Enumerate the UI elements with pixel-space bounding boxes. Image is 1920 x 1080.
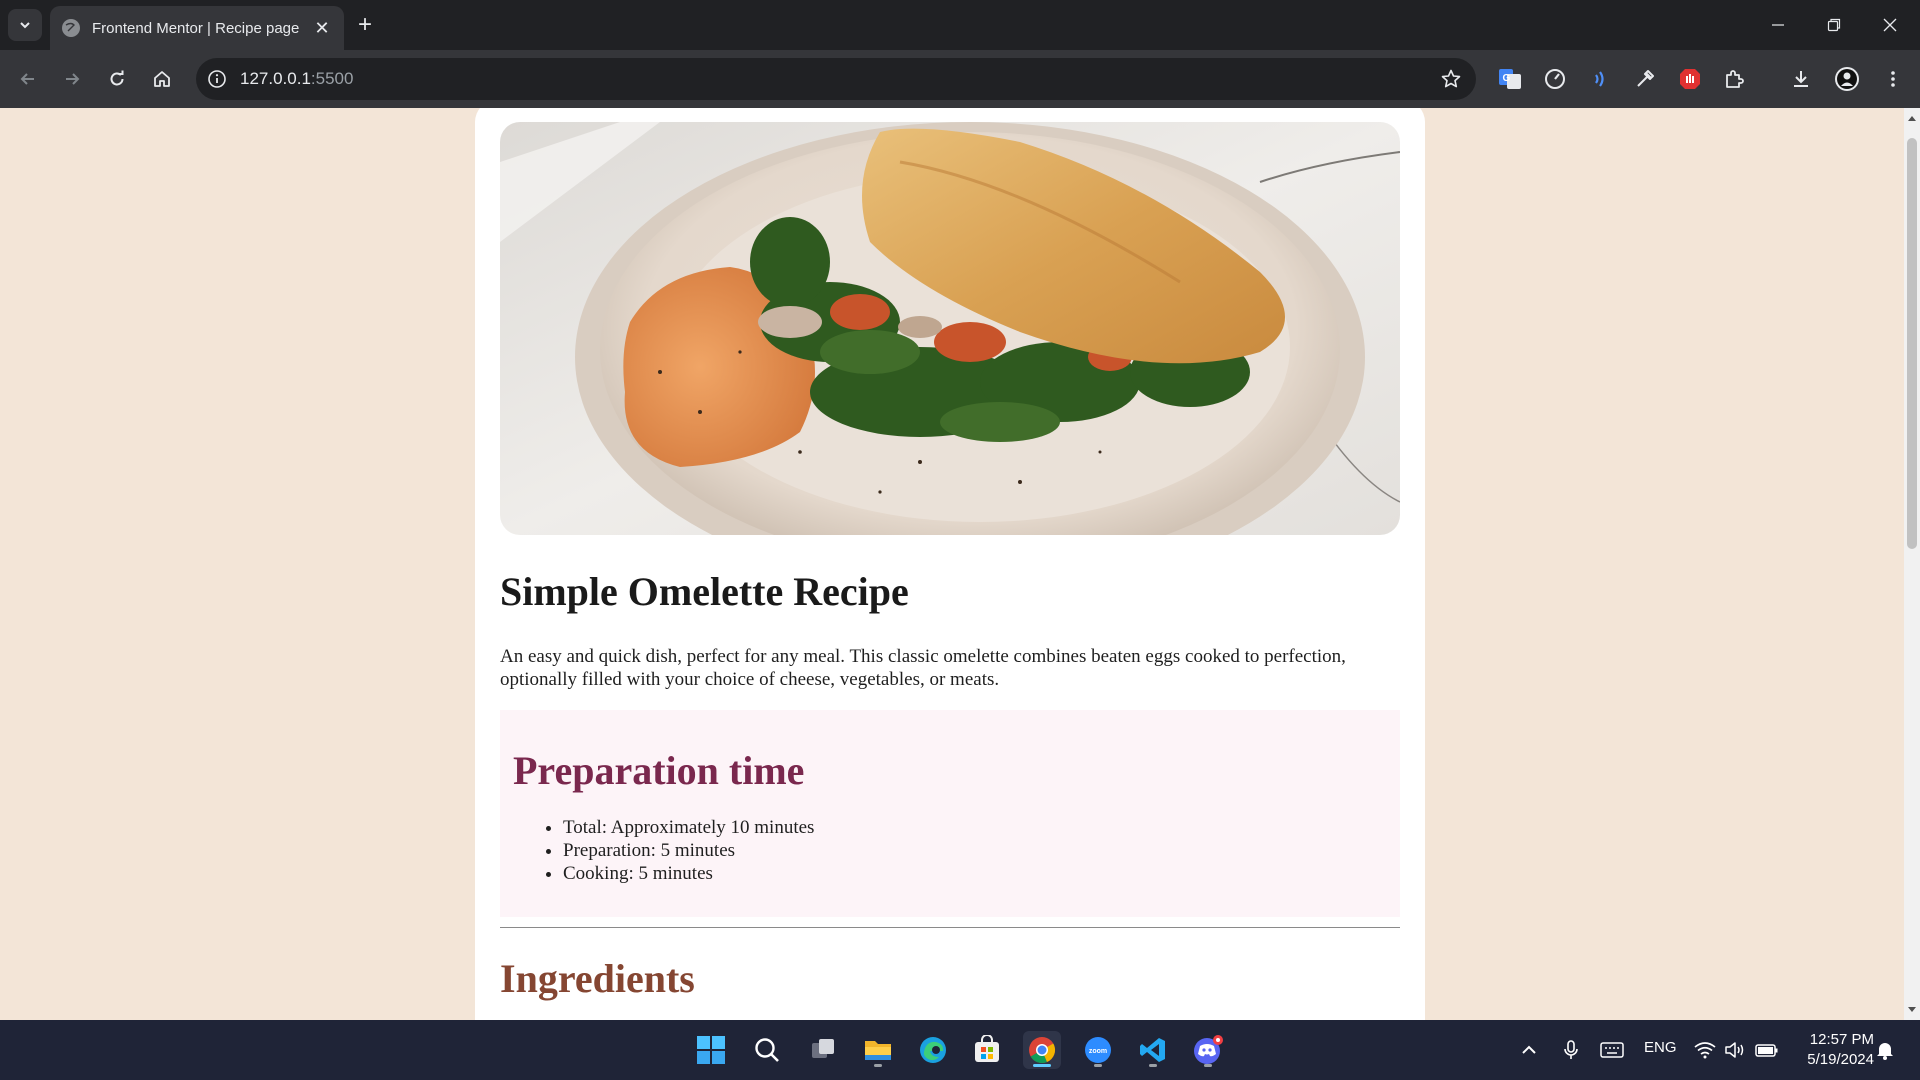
address-bar[interactable]: 127.0.0.1:5500 — [196, 58, 1476, 100]
search-icon[interactable] — [748, 1031, 786, 1069]
notification-bell-icon[interactable] — [1876, 1020, 1894, 1080]
zoom-icon[interactable]: zoom — [1079, 1031, 1117, 1069]
browser-menu-button[interactable] — [1878, 64, 1908, 94]
page-viewport: Simple Omelette Recipe An easy and quick… — [0, 108, 1904, 1020]
url-host: 127.0.0.1 — [240, 69, 311, 88]
windows-taskbar: zoom ENG 12:57 PM 5/19/2024 — [0, 1020, 1920, 1080]
list-item: Cooking: 5 minutes — [563, 862, 1387, 885]
restore-button[interactable] — [1806, 0, 1862, 50]
start-icon[interactable] — [692, 1031, 730, 1069]
tab-title: Frontend Mentor | Recipe page — [92, 19, 300, 37]
url-port: :5500 — [310, 69, 354, 88]
recipe-intro: An easy and quick dish, perfect for any … — [500, 646, 1346, 690]
scroll-thumb[interactable] — [1907, 138, 1917, 549]
task-view-icon[interactable] — [804, 1031, 842, 1069]
minimize-icon — [1772, 24, 1784, 26]
discord-icon[interactable] — [1189, 1031, 1227, 1069]
browser-tab[interactable]: Frontend Mentor | Recipe page ✕ — [50, 6, 344, 50]
battery-icon[interactable] — [1755, 1020, 1779, 1080]
chevron-up-icon — [1522, 1045, 1536, 1054]
close-icon — [1883, 18, 1897, 32]
extensions-puzzle-icon[interactable] — [1720, 64, 1750, 94]
profile-avatar[interactable] — [1832, 64, 1862, 94]
stop-hand-extension-icon[interactable] — [1675, 64, 1705, 94]
forward-button[interactable] — [56, 63, 88, 95]
edge-icon[interactable] — [914, 1031, 952, 1069]
home-button[interactable] — [146, 63, 178, 95]
app-running-indicator — [1149, 1064, 1157, 1067]
close-window-button[interactable] — [1862, 0, 1918, 50]
scroll-up-arrow[interactable] — [1904, 110, 1920, 126]
file-explorer-icon[interactable] — [859, 1031, 897, 1069]
preparation-time-section: Preparation time Total: Approximately 10… — [500, 710, 1400, 917]
list-item: Total: Approximately 10 minutes — [563, 816, 1387, 839]
show-hidden-icons-button[interactable] — [1520, 1020, 1538, 1080]
app-running-indicator — [1204, 1064, 1212, 1067]
clock-date: 5/19/2024 — [1807, 1051, 1874, 1068]
clock-time: 12:57 PM — [1809, 1031, 1874, 1048]
input-language[interactable]: ENG — [1644, 1039, 1677, 1056]
vscode-icon[interactable] — [1134, 1031, 1172, 1069]
app-active-indicator — [1033, 1064, 1051, 1067]
back-button[interactable] — [12, 63, 44, 95]
chrome-icon[interactable] — [1023, 1031, 1061, 1069]
recipe-card: Simple Omelette Recipe An easy and quick… — [475, 108, 1425, 1020]
globe-icon — [62, 19, 80, 37]
reload-icon — [110, 70, 124, 86]
speedometer-extension-icon[interactable] — [1540, 64, 1570, 94]
arrow-right-icon — [66, 73, 80, 85]
volume-icon[interactable] — [1724, 1020, 1746, 1080]
read-aloud-extension-icon[interactable] — [1585, 64, 1615, 94]
restore-icon — [1827, 18, 1841, 32]
download-icon — [1794, 71, 1808, 87]
new-tab-button[interactable]: + — [352, 12, 378, 38]
svg-text:zoom: zoom — [1089, 1048, 1107, 1055]
omelette-hero-image — [500, 122, 1400, 535]
google-translate-extension-icon[interactable]: G — [1495, 64, 1525, 94]
tab-close-icon[interactable]: ✕ — [310, 16, 334, 40]
preparation-time-list: Total: Approximately 10 minutes Preparat… — [513, 816, 1387, 885]
system-clock[interactable]: 12:57 PM 5/19/2024 — [1784, 1030, 1874, 1070]
tab-search-button[interactable] — [8, 9, 42, 41]
eyedropper-extension-icon[interactable] — [1630, 64, 1660, 94]
section-divider — [500, 927, 1400, 928]
kebab-menu-icon — [1891, 71, 1895, 87]
chevron-down-icon — [20, 22, 30, 29]
arrow-left-icon — [20, 73, 34, 85]
url-text: 127.0.0.1:5500 — [240, 69, 353, 89]
app-running-indicator — [1094, 1064, 1102, 1067]
downloads-button[interactable] — [1786, 64, 1816, 94]
app-running-indicator — [874, 1064, 882, 1067]
svg-text:G: G — [1503, 73, 1511, 84]
scroll-down-arrow[interactable] — [1904, 1002, 1920, 1018]
wifi-icon[interactable] — [1694, 1020, 1716, 1080]
minimize-button[interactable] — [1750, 0, 1806, 50]
reload-button[interactable] — [101, 63, 133, 95]
site-info-icon[interactable] — [206, 68, 228, 90]
preparation-time-heading: Preparation time — [513, 748, 805, 793]
caret-up-icon — [1908, 116, 1916, 121]
caret-down-icon — [1908, 1007, 1916, 1012]
list-item: Preparation: 5 minutes — [563, 839, 1387, 862]
store-icon[interactable] — [968, 1031, 1006, 1069]
page-scrollbar[interactable] — [1904, 108, 1920, 1020]
bookmark-star-icon[interactable] — [1440, 68, 1462, 90]
recipe-title: Simple Omelette Recipe — [500, 569, 909, 614]
keyboard-icon[interactable] — [1600, 1020, 1624, 1080]
tab-strip: Frontend Mentor | Recipe page ✕ + — [0, 0, 1920, 50]
microphone-icon[interactable] — [1562, 1020, 1580, 1080]
browser-toolbar: 127.0.0.1:5500 G — [0, 50, 1920, 141]
home-icon — [154, 71, 170, 87]
ingredients-heading: Ingredients — [500, 956, 695, 1001]
